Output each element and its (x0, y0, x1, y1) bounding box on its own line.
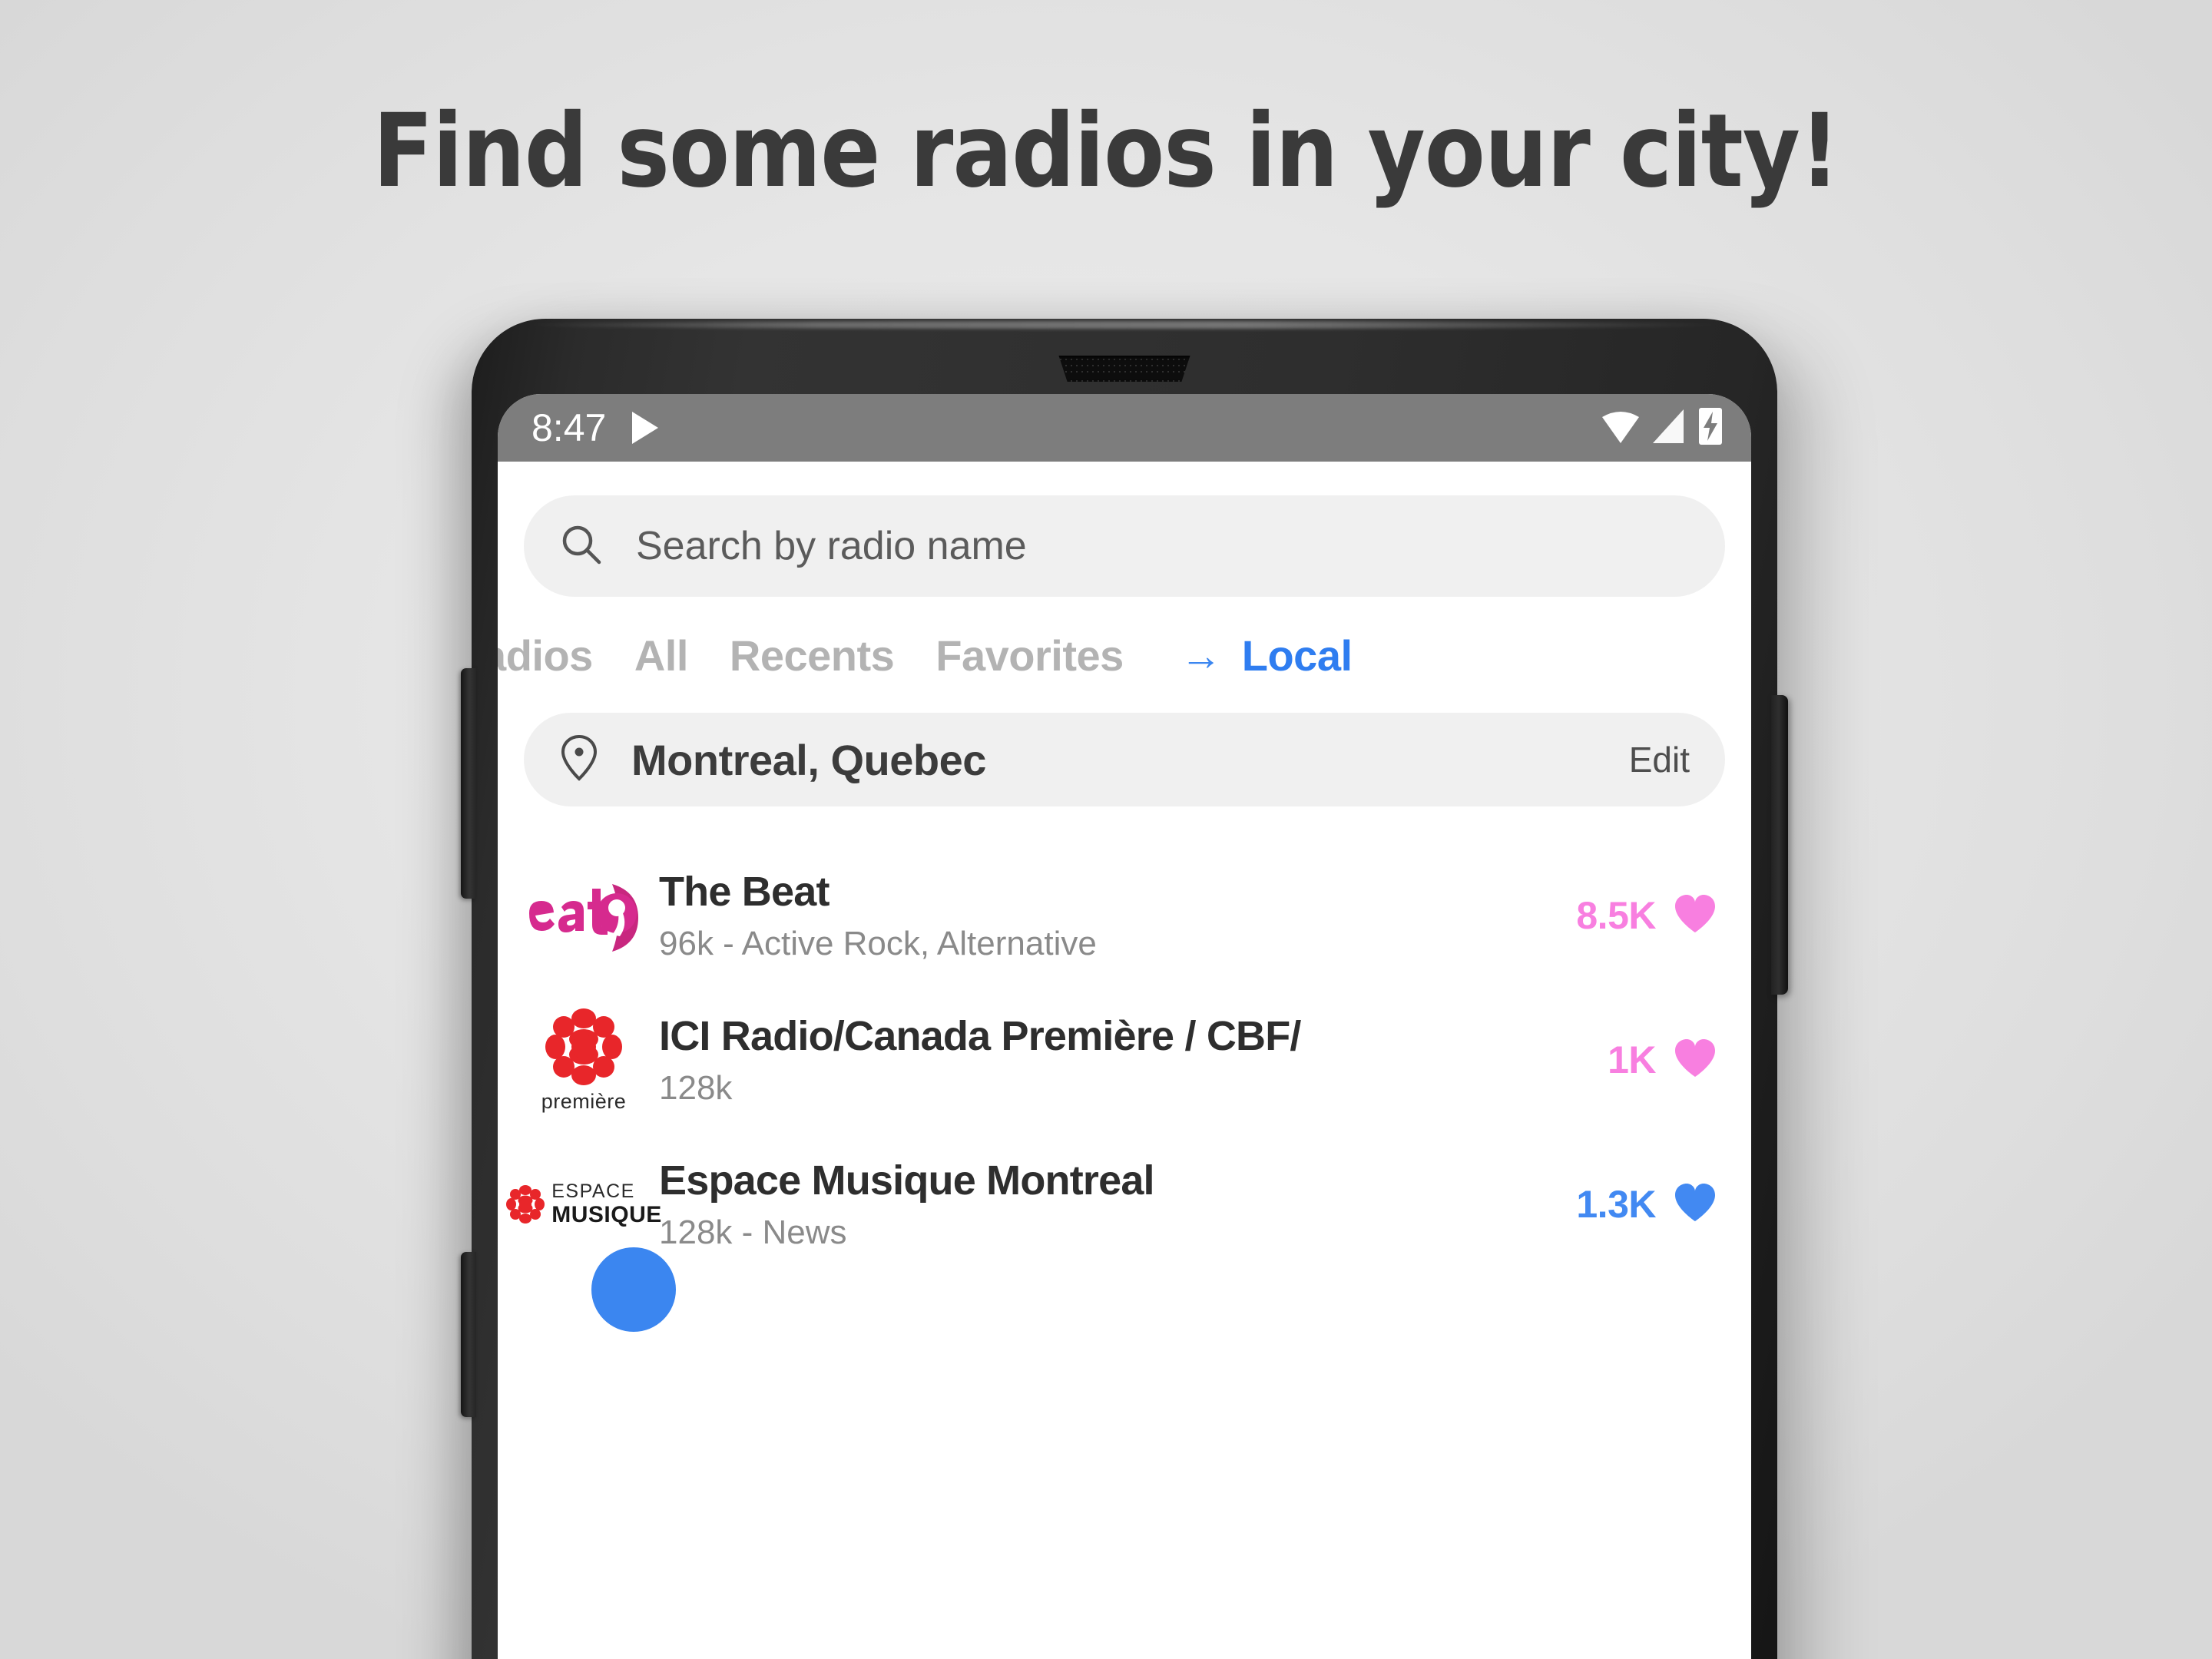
bezel-highlight (518, 321, 1731, 329)
tab-favorites[interactable]: Favorites (935, 631, 1124, 680)
power-button[interactable] (1771, 695, 1788, 995)
station-list-item[interactable]: The Beat 96k - Active Rock, Alternative … (498, 843, 1751, 988)
espace-musique-logo: ESPACE MUSIQUE (506, 1182, 661, 1227)
favorite-group[interactable]: 1.3K (1565, 1182, 1717, 1227)
location-edit-button[interactable]: Edit (1629, 739, 1690, 780)
arrow-right-icon: → (1180, 632, 1222, 679)
tab-bar[interactable]: p radios All Recents Favorites → Local (498, 631, 1751, 680)
search-placeholder-text: Search by radio name (636, 524, 1027, 568)
app-content: Search by radio name p radios All Recent… (498, 495, 1751, 1659)
location-name: Montreal, Quebec (631, 735, 986, 784)
play-icon (629, 410, 660, 445)
favorite-group[interactable]: 1K (1597, 1038, 1717, 1083)
status-icons-group (1601, 407, 1724, 449)
earpiece-speaker-grille (1058, 356, 1190, 382)
heart-icon[interactable] (1673, 1038, 1717, 1083)
status-bar: 8:47 (498, 394, 1751, 462)
heart-icon[interactable] (1673, 1182, 1717, 1227)
tab-local[interactable]: Local (1242, 631, 1353, 680)
heart-icon[interactable] (1673, 893, 1717, 939)
side-assistant-button[interactable] (461, 1252, 476, 1417)
tab-all[interactable]: All (634, 631, 689, 680)
location-pin-icon (559, 734, 599, 786)
ici-premiere-logo: première (524, 1007, 644, 1114)
location-selector[interactable]: Montreal, Quebec Edit (524, 713, 1725, 806)
phone-device-frame: 8:47 Search by radio name dios All Recen… (461, 319, 1788, 1659)
station-list: The Beat 96k - Active Rock, Alternative … (498, 843, 1751, 1332)
premiere-wordmark: première (541, 1089, 627, 1113)
battery-charging-icon (1697, 407, 1724, 449)
station-details: 96k - Active Rock, Alternative (659, 925, 1097, 962)
station-text: The Beat 96k - Active Rock, Alternative (644, 868, 1565, 963)
station-name: ICI Radio/Canada Première / CBF/ (659, 1013, 1301, 1059)
station-list-item[interactable]: ESPACE MUSIQUE Espace Musique Montreal 1… (498, 1132, 1751, 1277)
status-time: 8:47 (531, 406, 607, 449)
cell-signal-icon (1651, 408, 1687, 449)
the-beat-logo (524, 873, 644, 958)
station-text: Espace Musique Montreal 128k - News (644, 1157, 1565, 1252)
station-details: 128k (659, 1069, 733, 1107)
station-text: ICI Radio/Canada Première / CBF/ 128k (644, 1012, 1597, 1108)
volume-rocker-button[interactable] (461, 668, 476, 899)
station-list-item[interactable]: première ICI Radio/Canada Première / CBF… (498, 988, 1751, 1132)
favorite-count: 1K (1608, 1038, 1656, 1081)
tab-local-group[interactable]: → Local (1181, 631, 1353, 680)
search-icon (559, 522, 604, 571)
tab-top-radios[interactable]: p radios (498, 631, 593, 680)
wifi-icon (1601, 408, 1641, 449)
favorite-count: 1.3K (1576, 1183, 1656, 1226)
favorite-group[interactable]: 8.5K (1565, 893, 1717, 939)
station-name: The Beat (659, 869, 830, 915)
partial-station-logo (591, 1247, 676, 1332)
favorite-count: 8.5K (1576, 894, 1656, 937)
tab-recents[interactable]: Recents (730, 631, 895, 680)
poster-canvas: Find some radios in your city! 8:47 Sear… (0, 0, 2212, 1659)
station-name: Espace Musique Montreal (659, 1157, 1155, 1204)
search-input[interactable]: Search by radio name (524, 495, 1725, 597)
phone-screen: 8:47 Search by radio name dios All Recen… (498, 394, 1751, 1659)
station-details: 128k - News (659, 1214, 847, 1251)
page-title: Find some radios in your city! (373, 92, 1839, 210)
